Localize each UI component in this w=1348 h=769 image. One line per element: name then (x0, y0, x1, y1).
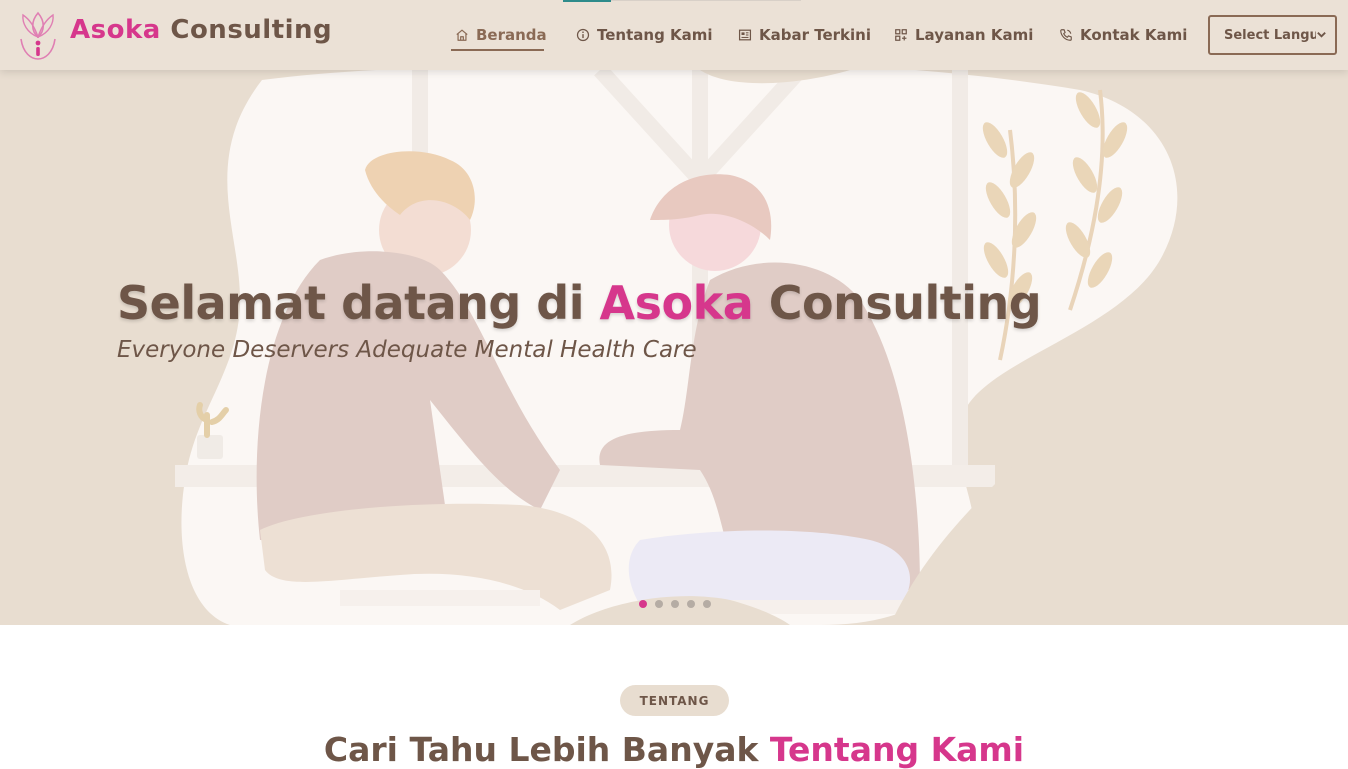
home-icon (456, 29, 468, 41)
carousel-dot-5[interactable] (703, 600, 711, 608)
nav-kontak-kami-label: Kontak Kami (1080, 26, 1188, 44)
newspaper-icon (738, 29, 752, 41)
hero-carousel: Selamat datang di Asoka Consulting Every… (0, 70, 1348, 625)
carousel-dot-2[interactable] (655, 600, 663, 608)
chevron-down-icon (1317, 32, 1326, 38)
active-nav-underline (451, 49, 544, 51)
section-title: Cari Tahu Lebih Banyak Tentang Kami (0, 730, 1348, 769)
nav-kabar-terkini[interactable]: Kabar Terkini (738, 24, 871, 46)
nav-tentang-kami-label: Tentang Kami (597, 26, 713, 44)
hero-title-part1: Selamat datang di (117, 276, 585, 330)
nav-beranda-label: Beranda (476, 26, 547, 44)
hero-title: Selamat datang di Asoka Consulting (117, 276, 1042, 330)
language-select[interactable]: Select Language (1208, 15, 1337, 55)
grid-plus-icon (895, 29, 907, 41)
nav-layanan-kami[interactable]: Layanan Kami (894, 24, 1033, 46)
brand-part1: Asoka (70, 15, 161, 45)
top-accent-line (563, 0, 611, 2)
info-icon (576, 28, 590, 42)
carousel-dot-3[interactable] (671, 600, 679, 608)
nav-layanan-kami-label: Layanan Kami (915, 26, 1034, 44)
hero-title-part2: Consulting (768, 276, 1042, 330)
language-select-value: Select Language (1224, 27, 1316, 43)
hero-subtitle: Everyone Deservers Adequate Mental Healt… (117, 337, 697, 363)
section-title-highlight: Tentang Kami (769, 730, 1025, 769)
section-title-part1: Cari Tahu Lebih Banyak (323, 730, 759, 769)
nav-beranda[interactable]: Beranda (455, 24, 547, 46)
brand-part2: Consulting (170, 15, 333, 45)
nav-tentang-kami[interactable]: Tentang Kami (576, 24, 713, 46)
top-divider-line (611, 0, 801, 1)
carousel-indicators (639, 600, 711, 608)
section-badge: TENTANG (620, 685, 729, 716)
site-header: Asoka Consulting Beranda Tentang Kami Ka… (0, 0, 1348, 70)
hero-title-highlight: Asoka (599, 276, 754, 330)
carousel-dot-4[interactable] (687, 600, 695, 608)
brand-name[interactable]: Asoka Consulting (70, 15, 332, 45)
phone-icon (1060, 29, 1072, 41)
nav-kontak-kami[interactable]: Kontak Kami (1059, 24, 1187, 46)
lotus-logo-icon[interactable] (17, 9, 59, 61)
carousel-dot-1[interactable] (639, 600, 647, 608)
nav-kabar-terkini-label: Kabar Terkini (759, 26, 871, 44)
